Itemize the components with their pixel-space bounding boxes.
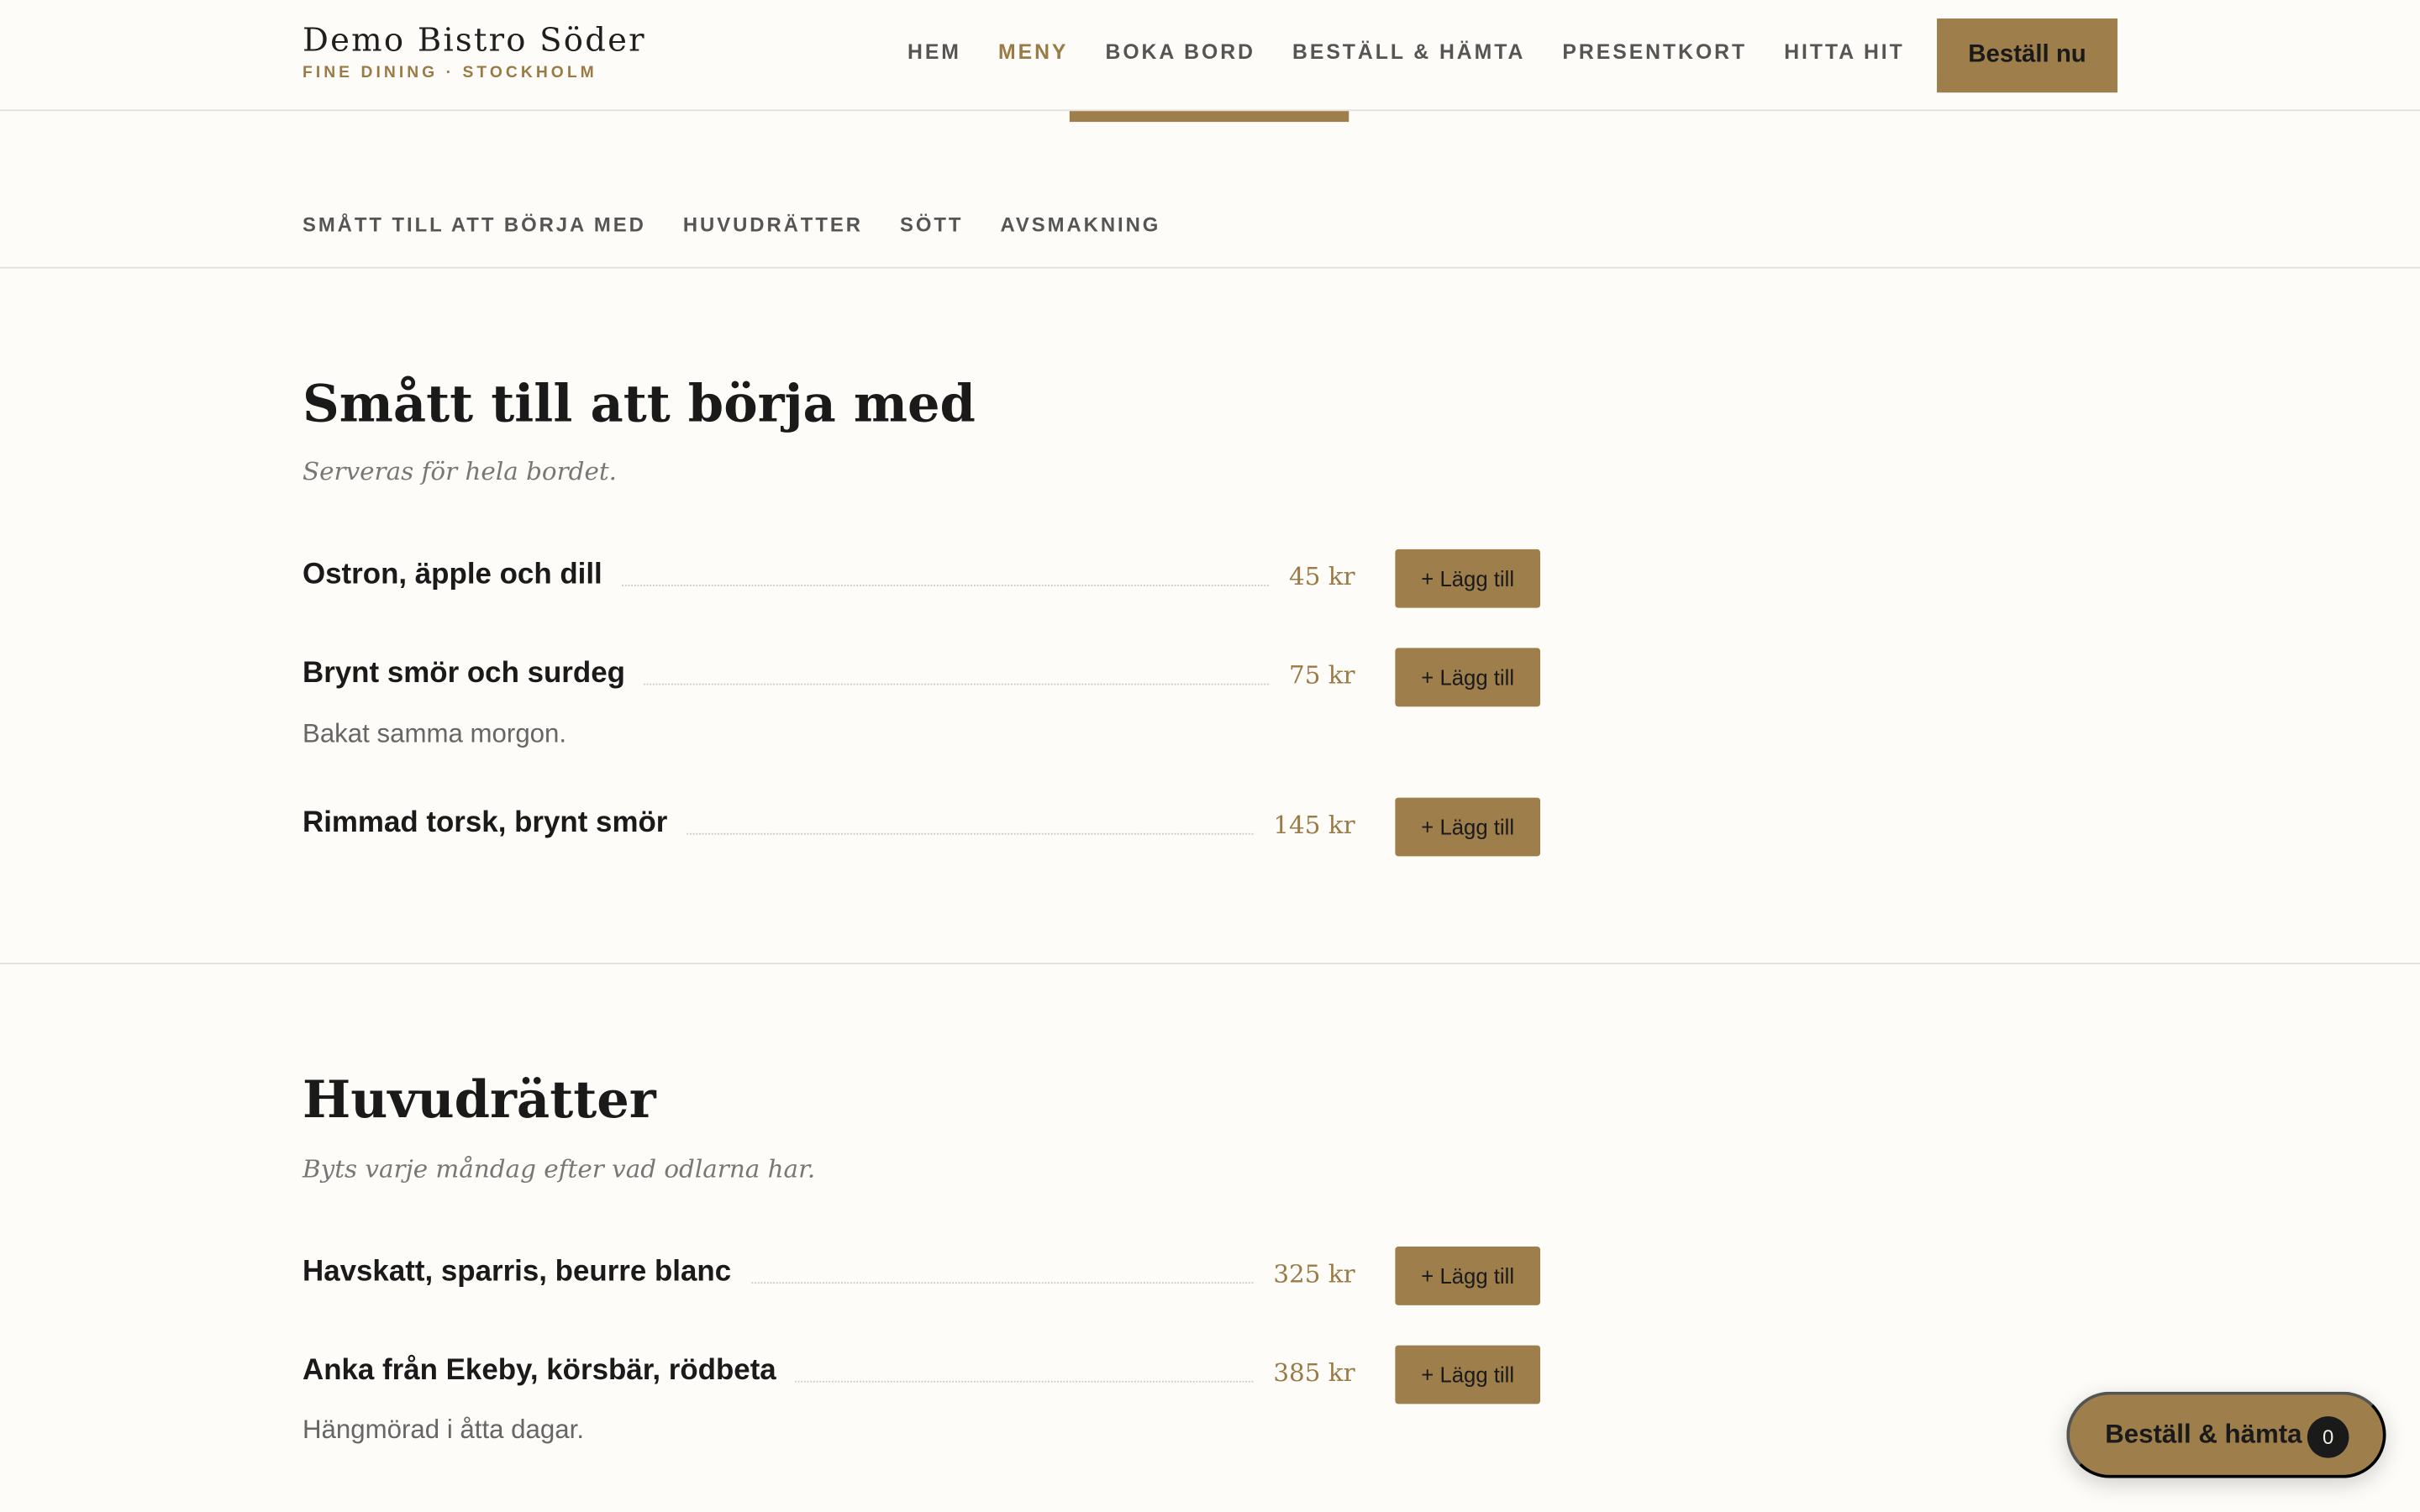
add-to-cart-button[interactable]: + Lägg till (1395, 549, 1541, 608)
item-description: Hängmörad i åtta dagar. (302, 1415, 585, 1445)
menu-item: Ostron, äpple och dill 45 kr + Lägg till (302, 549, 1541, 608)
nav-item-presentkort[interactable]: PRESENTKORT (1562, 40, 1747, 64)
nav-item-hem[interactable]: HEM (908, 40, 961, 64)
menu-item: Rimmad torsk, brynt smör 145 kr + Lägg t… (302, 797, 1541, 857)
item-price: 145 kr (1255, 810, 1355, 840)
menu-item: Havskatt, sparris, beurre blanc 325 kr +… (302, 1247, 1541, 1305)
category-tabs: SMÅTT TILL ATT BÖRJA MED HUVUDRÄTTER SÖT… (302, 213, 1197, 236)
section-title: Smått till att börja med (302, 373, 976, 434)
nav-item-bestall-hamta[interactable]: BESTÄLL & HÄMTA (1292, 40, 1525, 64)
item-price: 385 kr (1255, 1357, 1355, 1388)
tab-sott[interactable]: SÖTT (900, 213, 963, 236)
order-now-button[interactable]: Beställ nu (1937, 18, 2118, 93)
menu-item: Anka från Ekeby, körsbär, rödbeta 385 kr… (302, 1345, 1541, 1404)
menu-item: Brynt smör och surdeg 75 kr + Lägg till (302, 648, 1541, 707)
cart-button[interactable]: Beställ & hämta 0 (2066, 1391, 2386, 1478)
item-name: Rimmad torsk, brynt smör (302, 806, 687, 842)
item-name: Havskatt, sparris, beurre blanc (302, 1256, 750, 1290)
item-name: Ostron, äpple och dill (302, 558, 621, 593)
section-title: Huvudrätter (302, 1068, 656, 1130)
add-to-cart-button[interactable]: + Lägg till (1395, 1247, 1541, 1305)
item-price: 45 kr (1270, 561, 1355, 591)
active-nav-indicator (1069, 111, 1349, 123)
divider (0, 963, 2420, 964)
cart-count-badge: 0 (2307, 1416, 2349, 1458)
divider (0, 266, 2420, 269)
item-price: 75 kr (1270, 660, 1355, 690)
nav-item-boka-bord[interactable]: BOKA BORD (1105, 40, 1255, 64)
site-header: Demo Bistro Söder FINE DINING · STOCKHOL… (0, 0, 2420, 112)
brand-logo[interactable]: Demo Bistro Söder FINE DINING · STOCKHOL… (302, 22, 646, 82)
brand-tagline: FINE DINING · STOCKHOLM (302, 63, 597, 82)
nav-item-hitta-hit[interactable]: HITTA HIT (1784, 40, 1905, 64)
cart-label: Beställ & hämta (2105, 1419, 2302, 1449)
add-to-cart-button[interactable]: + Lägg till (1395, 648, 1541, 707)
add-to-cart-button[interactable]: + Lägg till (1395, 1345, 1541, 1404)
item-price: 325 kr (1255, 1258, 1355, 1289)
main-nav: HEM MENY BOKA BORD BESTÄLL & HÄMTA PRESE… (908, 40, 1942, 64)
item-description: Bakat samma morgon. (302, 718, 567, 748)
item-name: Brynt smör och surdeg (302, 657, 644, 691)
section-subtitle: Byts varje måndag efter vad odlarna har. (302, 1153, 816, 1184)
nav-item-meny[interactable]: MENY (998, 40, 1068, 64)
tab-huvudratter[interactable]: HUVUDRÄTTER (683, 213, 863, 236)
tab-smatt[interactable]: SMÅTT TILL ATT BÖRJA MED (302, 213, 646, 236)
add-to-cart-button[interactable]: + Lägg till (1395, 797, 1541, 857)
tab-avsmakning[interactable]: AVSMAKNING (1001, 213, 1161, 236)
item-name: Anka från Ekeby, körsbär, rödbeta (302, 1354, 795, 1389)
section-subtitle: Serveras för hela bordet. (302, 456, 617, 486)
brand-name: Demo Bistro Söder (302, 21, 646, 59)
